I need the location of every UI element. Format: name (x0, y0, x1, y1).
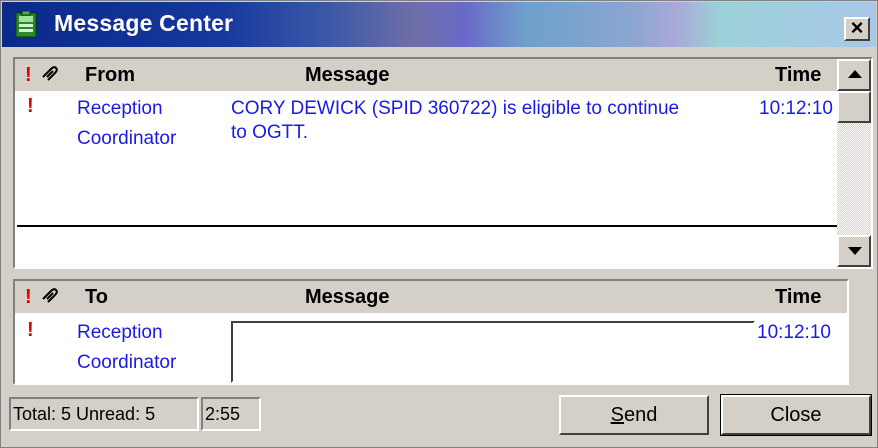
message-cell-line2: to OGTT. (231, 122, 309, 143)
close-button[interactable]: Close (720, 394, 872, 436)
importance-column-header[interactable]: ! (25, 286, 32, 309)
from-cell-line1: Reception (77, 98, 163, 119)
send-button-label: end (623, 404, 658, 426)
row-divider (17, 225, 837, 227)
message-center-window: Message Center × ! From Message Time ! R… (0, 0, 878, 448)
importance-flag[interactable]: ! (27, 319, 34, 342)
attachment-icon[interactable] (41, 287, 63, 308)
from-column-header[interactable]: From (85, 64, 135, 87)
title-bar[interactable]: Message Center × (2, 2, 876, 47)
vertical-scrollbar[interactable] (837, 59, 871, 267)
window-title: Message Center (54, 10, 234, 36)
attachment-icon[interactable] (41, 65, 63, 86)
arrow-down-icon (848, 247, 862, 255)
importance-column-header[interactable]: ! (25, 64, 32, 87)
inbox-message-list[interactable]: ! From Message Time ! Reception Coordina… (13, 57, 873, 269)
compose-header: ! To Message Time (15, 281, 847, 313)
time-cell: 10:12:10 (759, 98, 833, 119)
timer-status: 2:55 (201, 397, 261, 431)
send-button-accel: S (610, 404, 624, 426)
to-column-header[interactable]: To (85, 286, 108, 309)
send-button[interactable]: Send (559, 395, 709, 435)
to-recipient-line2[interactable]: Coordinator (77, 349, 176, 377)
scroll-thumb[interactable] (837, 91, 871, 123)
importance-flag: ! (27, 95, 34, 117)
scroll-up-button[interactable] (837, 59, 871, 91)
message-input[interactable] (231, 321, 755, 383)
time-cell: 10:12:10 (757, 322, 831, 343)
inbox-header: ! From Message Time (15, 59, 841, 91)
to-recipient-line1[interactable]: Reception (77, 319, 163, 347)
arrow-up-icon (848, 70, 862, 78)
close-icon: × (850, 15, 864, 40)
close-window-button[interactable]: × (844, 17, 870, 41)
message-column-header[interactable]: Message (305, 286, 390, 309)
from-cell-line2: Coordinator (77, 128, 177, 149)
message-column-header[interactable]: Message (305, 64, 390, 87)
message-center-icon (15, 11, 37, 38)
time-column-header[interactable]: Time (775, 64, 821, 87)
message-count-status: Total: 5 Unread: 5 (9, 397, 199, 431)
compose-panel: ! To Message Time ! Reception Coordinato… (13, 279, 849, 385)
time-column-header[interactable]: Time (775, 286, 821, 309)
scroll-down-button[interactable] (837, 235, 871, 267)
